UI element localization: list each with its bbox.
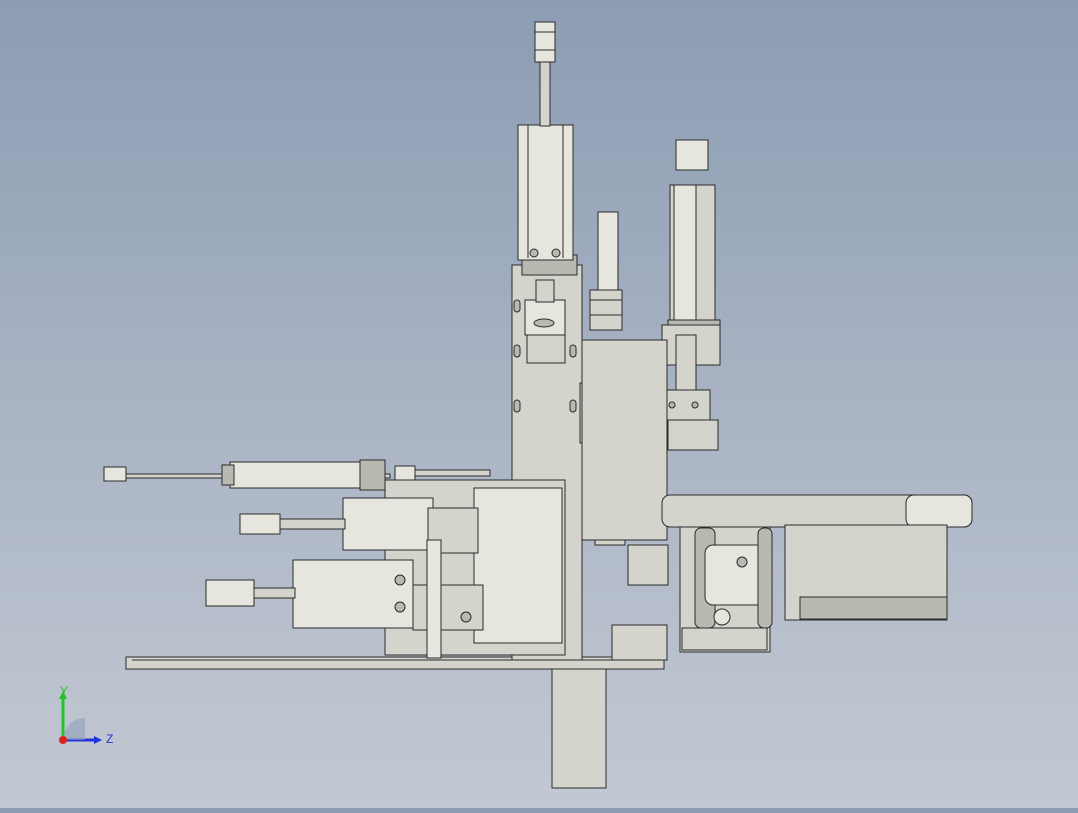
z-axis-label: Z <box>106 732 113 746</box>
center-rod <box>597 211 619 293</box>
base-plate <box>125 656 665 670</box>
top-piston-rod <box>539 59 551 127</box>
machine-assembly-drawing <box>103 21 973 789</box>
right-cylinder-cap <box>675 139 709 171</box>
left-upper-rod-end <box>103 466 127 482</box>
cad-viewport[interactable]: Y Z <box>0 0 1078 808</box>
bottom-post <box>551 667 607 789</box>
top-rod-end <box>534 21 556 63</box>
guide-post <box>426 539 442 659</box>
left-lower-cylinder <box>292 559 414 629</box>
left-middle-cylinder <box>342 497 434 551</box>
x-axis-dot <box>59 736 67 744</box>
left-lower-rod-end <box>205 579 255 607</box>
top-cylinder <box>517 124 574 261</box>
left-upper-cylinder <box>229 461 361 489</box>
left-middle-rod-end <box>239 513 281 535</box>
y-axis-label: Y <box>60 685 68 698</box>
axis-triad: Y Z <box>59 685 113 746</box>
